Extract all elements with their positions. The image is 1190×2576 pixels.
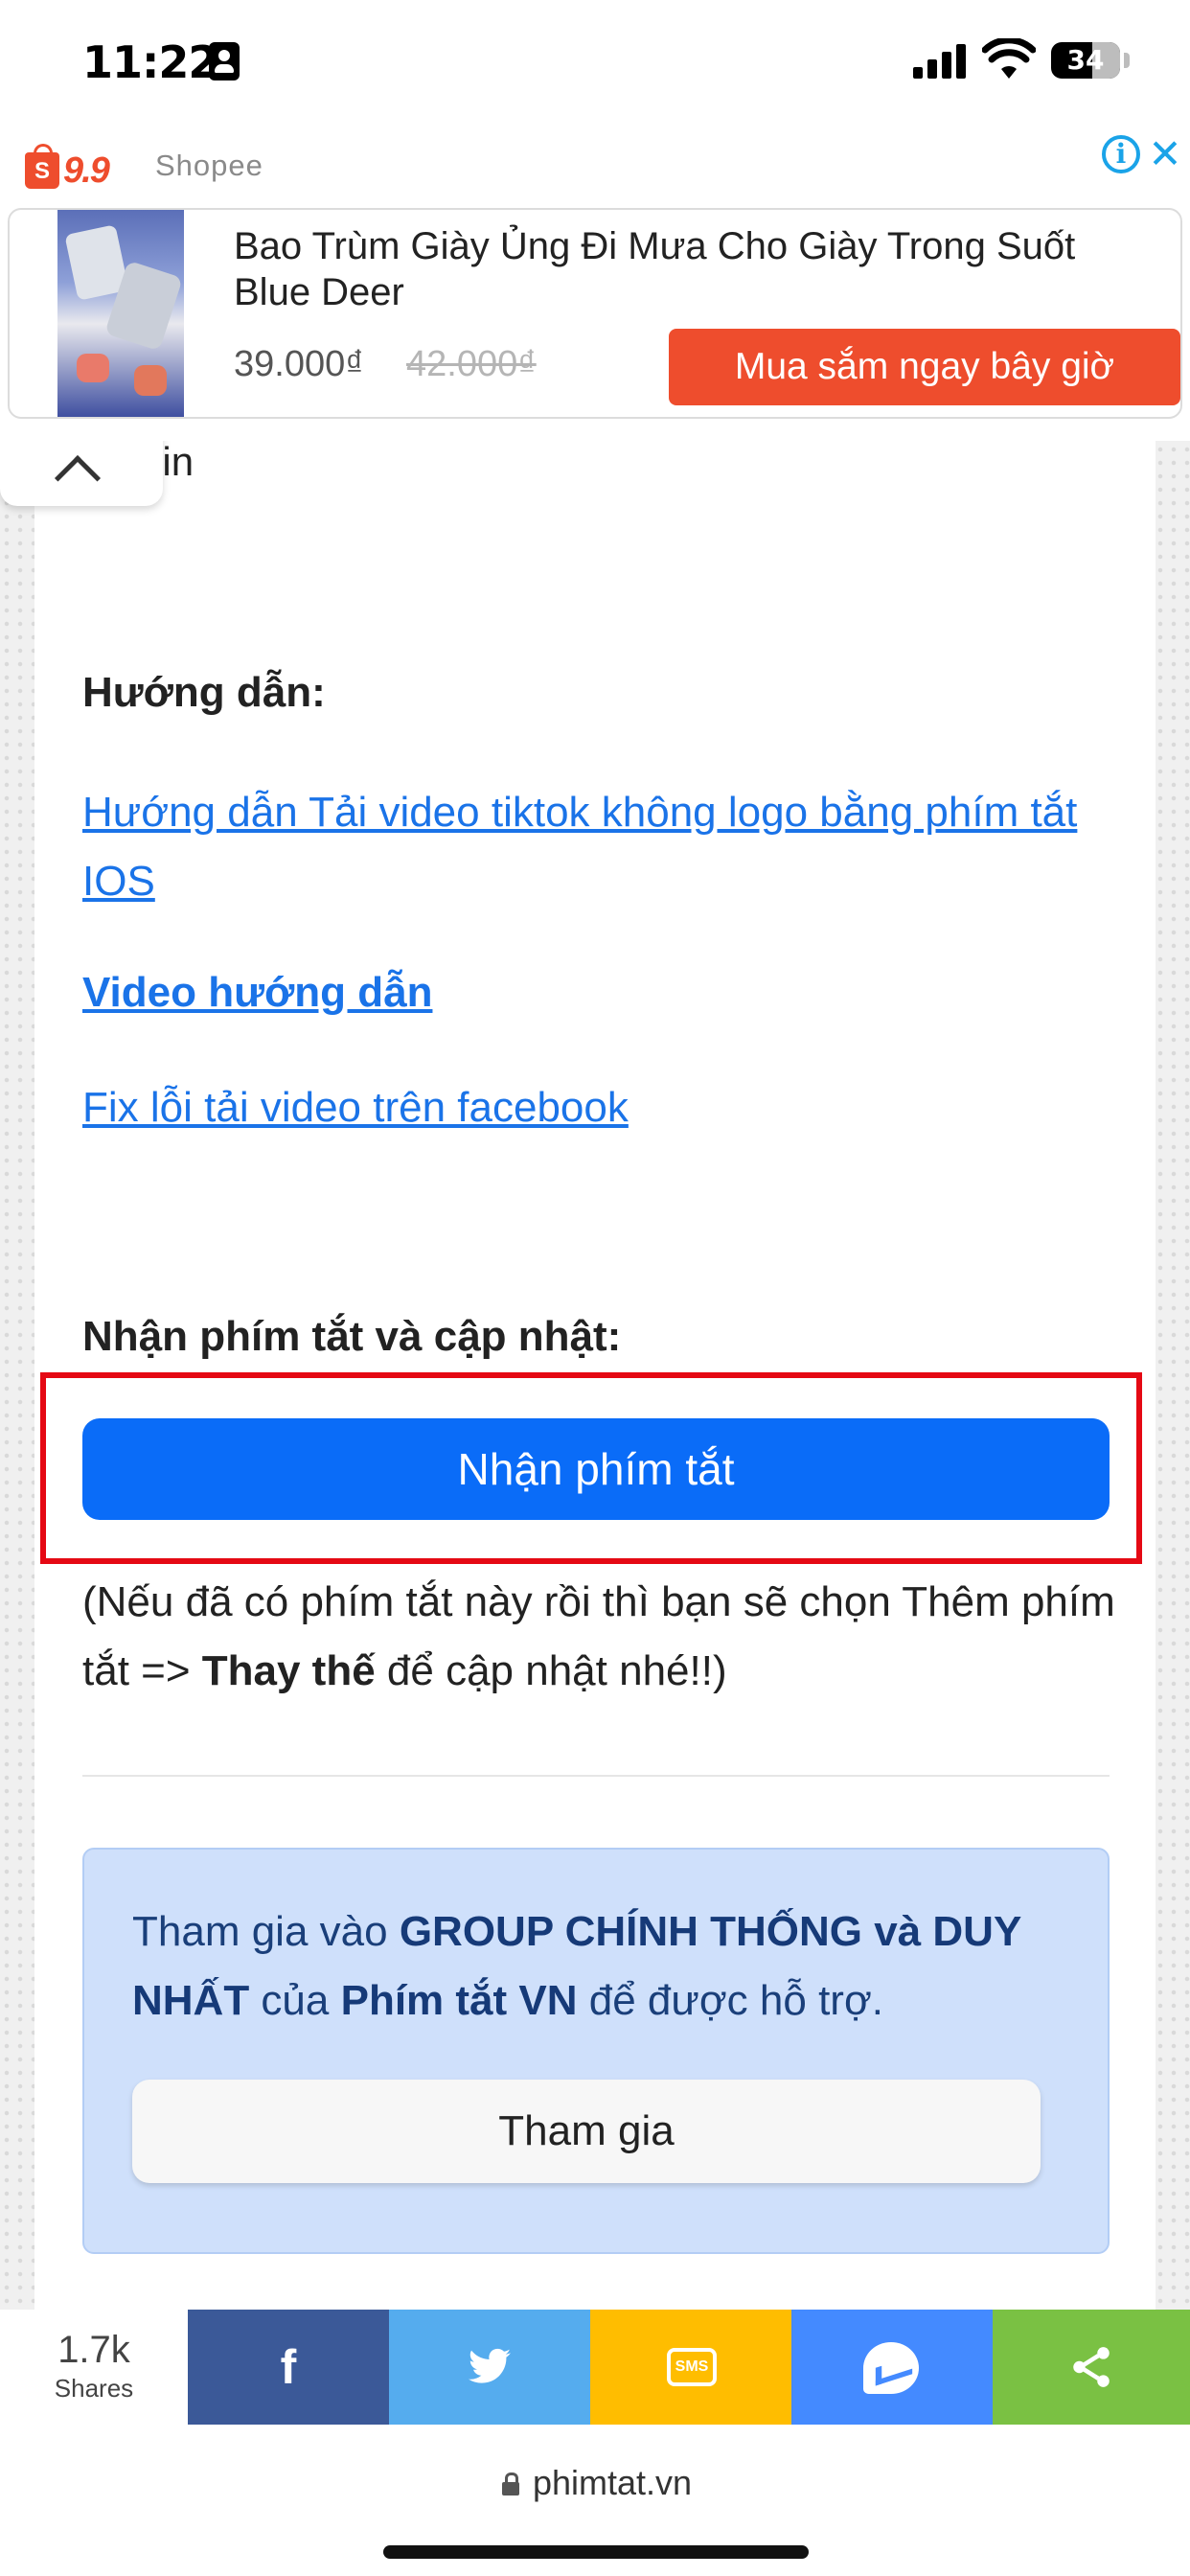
share-icon	[1073, 2347, 1110, 2387]
group-join-box: Tham gia vào GROUP CHÍNH THỐNG và DUY NH…	[82, 1848, 1110, 2254]
lock-icon	[502, 2472, 519, 2496]
status-bar: 11:22 34	[0, 0, 1190, 129]
get-shortcut-heading: Nhận phím tắt và cập nhật:	[82, 1313, 622, 1360]
twitter-share-button[interactable]	[389, 2310, 590, 2425]
share-count-label: Shares	[54, 2374, 134, 2403]
ad-product-price: 39.000₫	[234, 344, 364, 384]
ad-product-old-price: 42.000₫	[406, 344, 537, 384]
ad-product-image[interactable]	[57, 210, 184, 417]
wifi-icon	[982, 38, 1036, 79]
status-time: 11:22	[82, 36, 218, 88]
chevron-up-icon	[54, 454, 102, 502]
home-indicator[interactable]	[383, 2545, 809, 2559]
update-note: (Nếu đã có phím tắt này rồi thì bạn sẽ c…	[82, 1578, 1115, 1694]
guide-heading: Hướng dẫn:	[82, 669, 326, 716]
messenger-share-button[interactable]	[791, 2310, 993, 2425]
address-text[interactable]: phimtat.vn	[533, 2463, 692, 2503]
ad-product-card[interactable]: Bao Trùm Giày Ủng Đi Mưa Cho Giày Trong …	[8, 208, 1182, 419]
more-share-button[interactable]	[993, 2310, 1190, 2425]
ad-shop-now-button[interactable]: Mua sắm ngay bây giờ	[669, 329, 1180, 405]
battery-level: 34	[1066, 44, 1105, 76]
messenger-icon	[863, 2342, 919, 2394]
twitter-icon	[469, 2348, 511, 2383]
video-guide-link[interactable]: Video hướng dẫn	[82, 958, 432, 1027]
join-group-button[interactable]: Tham gia	[132, 2080, 1041, 2183]
sms-icon: SMS	[667, 2348, 717, 2386]
browser-address-bar[interactable]: phimtat.vn	[0, 2425, 1190, 2576]
share-bar: 1.7k Shares f SMS	[0, 2310, 1190, 2425]
get-shortcut-button[interactable]: Nhận phím tắt	[82, 1418, 1110, 1520]
sms-share-button[interactable]: SMS	[590, 2310, 791, 2425]
battery-icon: 34	[1051, 42, 1120, 79]
ad-close-icon[interactable]: ✕	[1146, 133, 1184, 175]
cellular-signal-icon	[913, 44, 967, 79]
tiktok-guide-link[interactable]: Hướng dẫn Tải video tiktok không logo bằ…	[82, 778, 1127, 916]
facebook-icon: f	[280, 2340, 297, 2394]
share-count: 1.7k Shares	[0, 2310, 188, 2425]
shopee-sale-badge: 9.9	[63, 150, 110, 191]
ad-banner[interactable]: S 9.9 Shopee i ✕ Bao Trùm Giày Ủng Đi Mư…	[0, 129, 1190, 441]
share-count-number: 1.7k	[57, 2329, 130, 2371]
facebook-fix-link[interactable]: Fix lỗi tải video trên facebook	[82, 1073, 629, 1142]
shopee-bag-icon: S	[25, 144, 59, 189]
facebook-share-button[interactable]: f	[188, 2310, 389, 2425]
battery-tip	[1124, 53, 1130, 68]
shopee-logo: S 9.9	[25, 144, 121, 191]
group-join-text: Tham gia vào GROUP CHÍNH THỐNG và DUY NH…	[132, 1908, 1021, 2024]
ad-advertiser-name: Shopee	[155, 149, 263, 182]
note-bold-text: Thay thế	[201, 1647, 376, 1694]
ad-product-title[interactable]: Bao Trùm Giày Ủng Đi Mưa Cho Giày Trong …	[234, 223, 1154, 315]
ad-info-icon[interactable]: i	[1102, 135, 1140, 173]
divider	[82, 1775, 1110, 1777]
contact-card-icon	[209, 42, 240, 80]
